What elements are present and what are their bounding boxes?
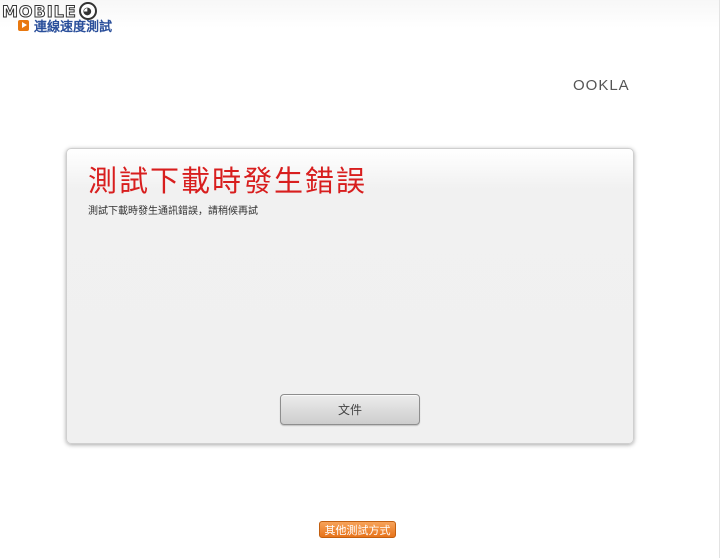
- ookla-logo: OOKLA: [573, 77, 630, 94]
- page-header: 連線速度測試: [18, 16, 112, 35]
- other-test-methods-button[interactable]: 其他測試方式: [319, 521, 396, 538]
- play-icon: [18, 20, 29, 31]
- document-button[interactable]: 文件: [280, 394, 420, 425]
- error-dialog: 測試下載時發生錯誤 測試下載時發生通訊錯誤，請稍候再試 文件: [66, 148, 634, 444]
- error-message: 測試下載時發生通訊錯誤，請稍候再試: [88, 206, 258, 217]
- error-title: 測試下載時發生錯誤: [88, 164, 368, 198]
- page-title: 連線速度測試: [34, 20, 113, 35]
